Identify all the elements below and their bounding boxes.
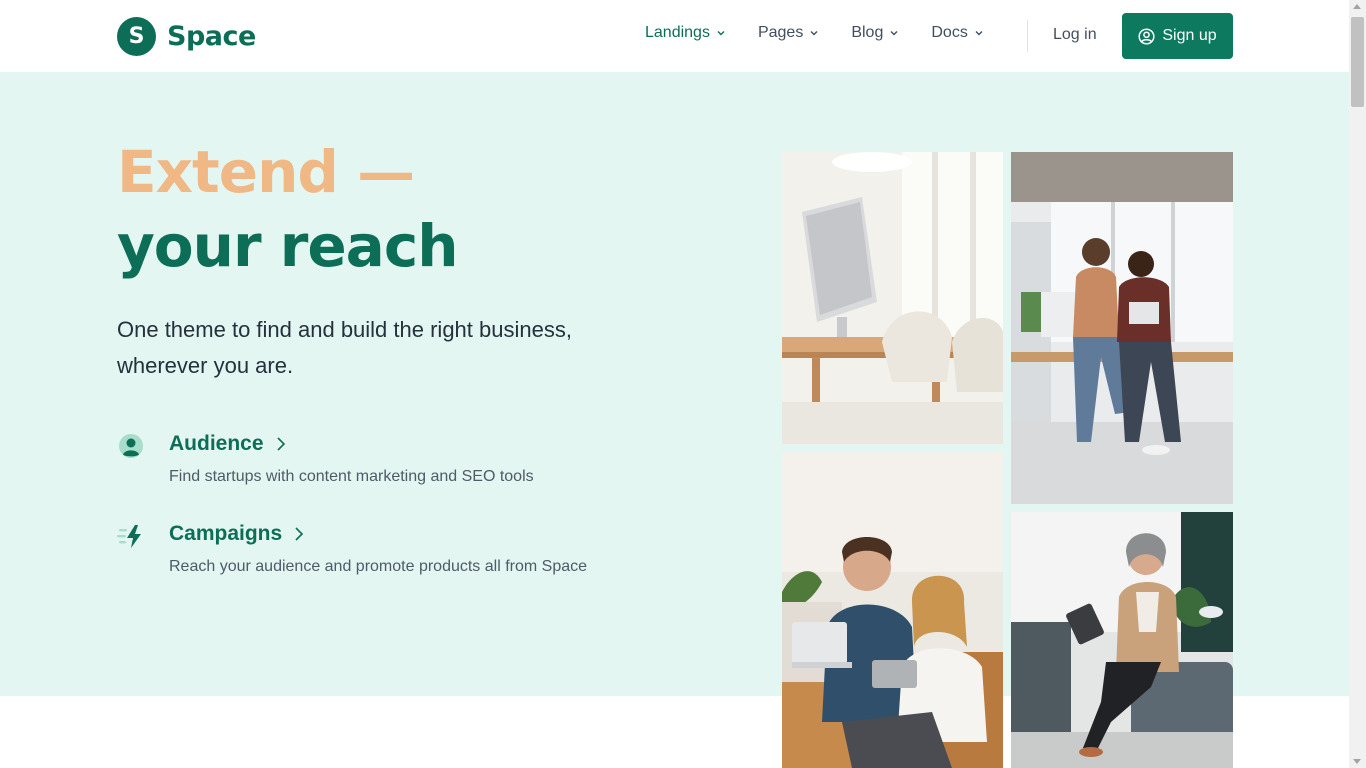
main-nav: Landings Pages Blog Docs (645, 24, 1016, 42)
audience-link[interactable]: Audience (169, 432, 286, 456)
login-link[interactable]: Log in (1053, 26, 1097, 44)
feature-title: Audience (169, 432, 264, 455)
nav-label: Landings (645, 24, 710, 41)
logo-mark: S (117, 17, 156, 56)
coworkers-laptop-photo (1011, 152, 1233, 504)
nav-label: Docs (931, 24, 968, 41)
campaigns-link[interactable]: Campaigns (169, 522, 304, 546)
signup-button[interactable]: Sign up (1122, 13, 1233, 59)
nav-item-blog[interactable]: Blog (851, 24, 899, 42)
scroll-up-arrow-icon[interactable] (1353, 4, 1361, 9)
logo[interactable]: S Space (117, 17, 256, 56)
nav-item-landings[interactable]: Landings (645, 24, 726, 42)
user-circle-icon (119, 434, 143, 458)
couple-on-sofa-photo (782, 452, 1003, 768)
feature-description: Reach your audience and promote products… (169, 558, 588, 575)
chevron-right-icon (276, 437, 285, 451)
scrollbar-thumb[interactable] (1351, 17, 1364, 107)
user-circle-icon (1138, 27, 1155, 45)
chevron-down-icon (810, 31, 818, 36)
lightning-icon (117, 525, 141, 548)
headline-line-1: Extend — (117, 138, 415, 206)
hero-lead: One theme to find and build the right bu… (117, 317, 572, 378)
feature-title: Campaigns (169, 522, 283, 545)
woman-with-tablet-photo (1011, 512, 1233, 768)
headline-line-2: your reach (117, 212, 458, 280)
chevron-down-icon (890, 31, 898, 36)
nav-label: Blog (851, 24, 884, 41)
nav-item-docs[interactable]: Docs (931, 24, 983, 42)
nav-item-pages[interactable]: Pages (758, 24, 819, 42)
feature-description: Find startups with content marketing and… (169, 468, 534, 485)
signup-label: Sign up (1162, 27, 1217, 44)
logo-text: Space (167, 21, 256, 52)
nav-divider (1027, 20, 1028, 52)
nav-label: Pages (757, 24, 804, 41)
scroll-down-arrow-icon[interactable] (1353, 759, 1361, 764)
chevron-right-icon (295, 527, 304, 541)
chevron-down-icon (975, 31, 983, 36)
office-desk-photo (782, 152, 1003, 444)
vertical-scrollbar[interactable] (1349, 0, 1366, 768)
site-header: S Space Landings Pages Blog Docs Log in … (0, 0, 1349, 72)
chevron-down-icon (717, 31, 725, 36)
